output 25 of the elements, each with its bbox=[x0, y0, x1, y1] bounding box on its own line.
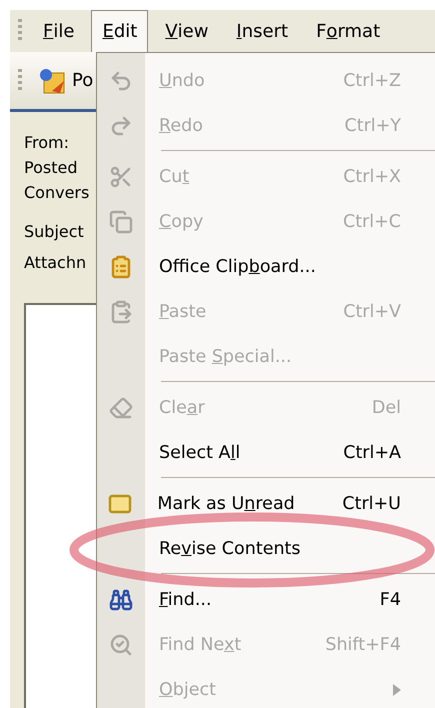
binoculars-icon bbox=[109, 588, 133, 612]
scissors-icon bbox=[109, 164, 133, 188]
field-label: Posted bbox=[24, 157, 78, 179]
copy-icon bbox=[109, 210, 133, 234]
menu-item[interactable]: Office Clipboard... bbox=[97, 244, 435, 289]
clipboard-icon bbox=[109, 254, 133, 278]
eraser-icon bbox=[109, 396, 133, 420]
find-next-icon bbox=[109, 632, 133, 656]
menu-item[interactable]: Find... F4 bbox=[97, 577, 435, 622]
menu-title[interactable]: View bbox=[154, 10, 220, 52]
field-label: From: bbox=[24, 132, 70, 154]
paste-icon bbox=[109, 300, 133, 324]
field-label: Subject bbox=[24, 221, 84, 243]
menu-title[interactable]: Format bbox=[305, 10, 392, 52]
menu-title[interactable]: Insert bbox=[225, 10, 300, 52]
menu-title[interactable]: Edit bbox=[91, 10, 148, 52]
menu-title[interactable]: File bbox=[32, 10, 86, 52]
submenu-arrow-icon bbox=[393, 684, 401, 696]
menu-item[interactable]: Mark as Unread Ctrl+U bbox=[97, 481, 435, 526]
post-button[interactable]: Po bbox=[38, 66, 94, 94]
field-label: Attachn bbox=[24, 252, 86, 274]
menu-grip[interactable] bbox=[18, 19, 22, 43]
field-label: Convers bbox=[24, 182, 90, 204]
menu-item[interactable]: Select All Ctrl+A bbox=[97, 430, 435, 475]
toolbar-grip[interactable] bbox=[18, 68, 22, 92]
